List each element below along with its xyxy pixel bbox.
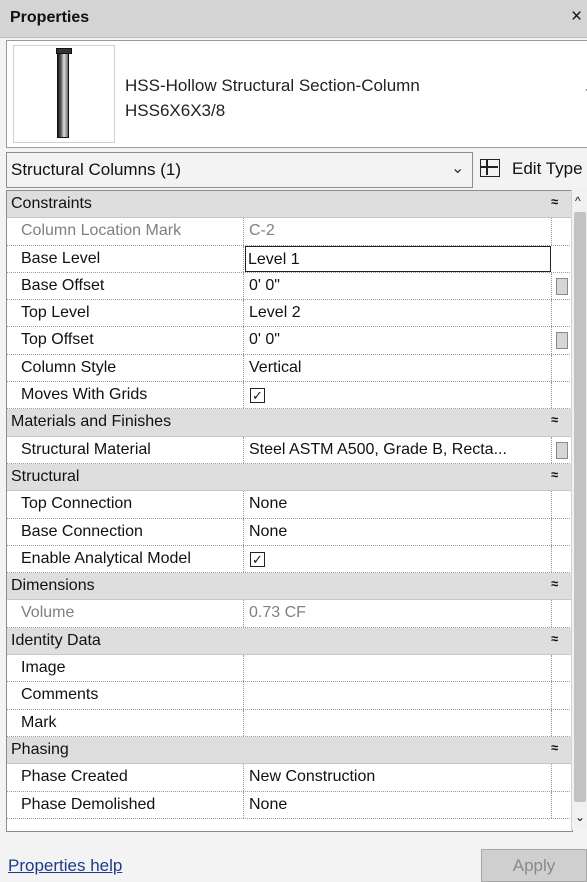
close-icon[interactable]: × (571, 6, 582, 28)
edit-type-button[interactable]: Edit Type (478, 152, 587, 186)
group-name: Phasing (11, 740, 69, 758)
param-phase-created[interactable]: Phase Created New Construction (7, 764, 572, 792)
associate-parameter-button[interactable] (556, 277, 568, 295)
param-top-offset[interactable]: Top Offset 0' 0" (7, 327, 572, 355)
instance-filter-value: Structural Columns (1) (11, 160, 182, 179)
param-comments[interactable]: Comments (7, 682, 572, 710)
param-name: Base Level (7, 245, 244, 272)
param-base-level[interactable]: Base Level Level 1 (7, 245, 572, 273)
param-value[interactable]: 0' 0" (247, 273, 549, 299)
param-phase-demolished[interactable]: Phase Demolished None (7, 791, 572, 819)
param-mark[interactable]: Mark (7, 709, 572, 737)
param-value[interactable]: Steel ASTM A500, Grade B, Recta... (247, 437, 549, 463)
collapse-icon[interactable]: ≈ (551, 412, 558, 427)
param-name: Structural Material (7, 436, 244, 463)
param-name: Comments (7, 682, 244, 709)
param-base-connection[interactable]: Base Connection None (7, 518, 572, 546)
base-level-field[interactable]: Level 1 (245, 245, 551, 272)
group-name: Structural (11, 467, 80, 485)
type-preview-thumbnail (13, 45, 115, 143)
scroll-up-icon[interactable]: ^ (575, 194, 581, 208)
collapse-icon[interactable]: ≈ (551, 740, 558, 755)
group-header-dimensions[interactable]: Dimensions ≈ (7, 573, 572, 601)
instance-filter-dropdown[interactable]: Structural Columns (1) ⌄ (6, 152, 473, 188)
param-moves-with-grids[interactable]: Moves With Grids ✓ (7, 382, 572, 410)
param-value[interactable]: Level 2 (247, 300, 549, 326)
material-browse-button[interactable] (556, 441, 568, 459)
param-value[interactable]: None (247, 519, 549, 545)
param-column-style[interactable]: Column Style Vertical (7, 354, 572, 383)
edit-type-label: Edit Type (512, 159, 583, 178)
param-name: Column Location Mark (7, 218, 244, 245)
param-name: Top Level (7, 300, 244, 327)
scroll-down-icon[interactable]: ⌄ (575, 810, 585, 824)
param-name: Phase Demolished (7, 791, 244, 818)
properties-titlebar: Properties × (0, 0, 587, 38)
param-top-connection[interactable]: Top Connection None (7, 491, 572, 519)
param-value[interactable]: 0' 0" (247, 327, 549, 353)
properties-grid: Constraints ≈ Column Location Mark C-2 B… (6, 190, 573, 832)
param-value[interactable] (247, 682, 549, 708)
param-value[interactable]: New Construction (247, 764, 549, 790)
scrollbar-thumb[interactable] (574, 212, 586, 802)
param-name: Volume (7, 600, 244, 627)
group-name: Constraints (11, 195, 92, 212)
param-value[interactable] (247, 710, 549, 736)
type-size: HSS6X6X3/8 (125, 101, 226, 120)
param-enable-analytical-model[interactable]: Enable Analytical Model ✓ (7, 545, 572, 574)
collapse-icon[interactable]: ≈ (551, 194, 558, 209)
param-column-location-mark[interactable]: Column Location Mark C-2 (7, 218, 572, 246)
group-name: Materials and Finishes (11, 413, 172, 431)
type-selector[interactable]: HSS-Hollow Structural Section-Column HSS… (6, 40, 587, 148)
param-structural-material[interactable]: Structural Material Steel ASTM A500, Gra… (7, 436, 572, 464)
group-header-constraints[interactable]: Constraints ≈ (7, 191, 572, 219)
group-name: Identity Data (11, 631, 101, 649)
param-name: Enable Analytical Model (7, 545, 244, 573)
param-name: Base Offset (7, 272, 244, 300)
collapse-icon[interactable]: ≈ (551, 631, 558, 646)
param-name: Moves With Grids (7, 382, 244, 409)
param-image[interactable]: Image (7, 655, 572, 683)
param-name: Top Connection (7, 491, 244, 518)
param-value[interactable]: None (247, 491, 549, 517)
column-preview-icon (56, 48, 72, 138)
param-value[interactable]: Vertical (247, 355, 549, 381)
properties-footer: Properties help Apply (0, 843, 587, 882)
group-name: Dimensions (11, 577, 95, 595)
group-header-phasing[interactable]: Phasing ≈ (7, 736, 572, 765)
param-volume: Volume 0.73 CF (7, 600, 572, 628)
param-value: C-2 (249, 222, 275, 240)
apply-button[interactable]: Apply (481, 849, 587, 882)
collapse-icon[interactable]: ≈ (551, 467, 558, 482)
param-name: Phase Created (7, 764, 244, 791)
param-value[interactable]: None (247, 792, 549, 818)
chevron-down-icon: ⌄ (451, 160, 465, 177)
enable-analytical-model-checkbox[interactable]: ✓ (250, 551, 265, 567)
param-name: Mark (7, 709, 244, 736)
family-name: HSS-Hollow Structural Section-Column (125, 76, 420, 95)
param-name: Image (7, 655, 244, 682)
moves-with-grids-checkbox[interactable]: ✓ (250, 388, 265, 404)
window-title: Properties (10, 9, 90, 26)
properties-scrollbar[interactable]: ^ ⌄ (571, 190, 587, 830)
associate-parameter-button[interactable] (556, 332, 568, 350)
type-name: HSS-Hollow Structural Section-Column HSS… (125, 73, 420, 123)
collapse-icon[interactable]: ≈ (551, 576, 558, 591)
param-name: Column Style (7, 354, 244, 382)
param-top-level[interactable]: Top Level Level 2 (7, 300, 572, 328)
group-header-materials[interactable]: Materials and Finishes ≈ (7, 409, 572, 437)
param-base-offset[interactable]: Base Offset 0' 0" (7, 272, 572, 301)
edit-type-icon (480, 159, 500, 177)
param-value: 0.73 CF (249, 604, 306, 622)
group-header-identity-data[interactable]: Identity Data ≈ (7, 627, 572, 656)
group-header-structural[interactable]: Structural ≈ (7, 463, 572, 492)
param-value[interactable] (247, 655, 549, 681)
param-name: Top Offset (7, 327, 244, 354)
properties-help-link[interactable]: Properties help (8, 856, 122, 876)
param-name: Base Connection (7, 518, 244, 545)
